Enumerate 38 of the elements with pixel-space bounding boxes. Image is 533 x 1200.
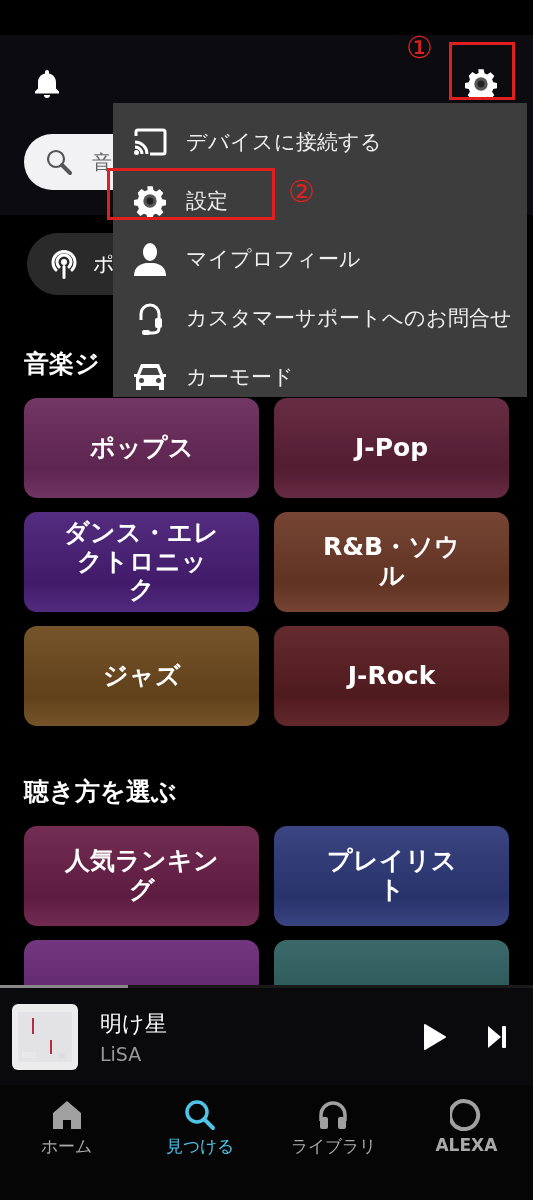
ring-icon xyxy=(450,1099,483,1131)
headphones-icon xyxy=(317,1099,350,1131)
nav-tab[interactable]: ALEXA xyxy=(399,1085,533,1200)
genre-tile[interactable]: ダンス・エレクトロニック xyxy=(24,512,259,612)
genre-tile[interactable]: J-Pop xyxy=(274,398,509,498)
menu-item[interactable]: 設定 xyxy=(186,186,228,215)
genre-tile[interactable]: R&B・ソウル xyxy=(274,512,509,612)
menu-item[interactable]: マイプロフィール xyxy=(186,245,361,274)
genre-tile[interactable]: ポップス xyxy=(24,398,259,498)
search-icon xyxy=(183,1099,216,1131)
home-icon xyxy=(50,1099,83,1131)
person-icon xyxy=(132,242,167,277)
highlight-frame xyxy=(449,42,515,100)
nav-tab[interactable]: 見つける xyxy=(133,1085,267,1200)
genre-tile[interactable]: 人気ランキング xyxy=(24,826,259,926)
play-icon[interactable] xyxy=(423,1022,447,1051)
genre-tile[interactable]: ジャズ xyxy=(24,626,259,726)
settings-icon xyxy=(133,184,166,217)
genre-tile[interactable]: J-Rock xyxy=(274,626,509,726)
track-title: 明け星 xyxy=(100,1009,168,1038)
menu-item[interactable]: カーモード xyxy=(186,362,294,391)
nav-tab[interactable]: ライブラリ xyxy=(266,1085,400,1200)
menu-item[interactable]: デバイスに接続する xyxy=(186,128,382,157)
menu-item[interactable]: カスタマーサポートへのお問合せ xyxy=(186,304,512,333)
settings-icon[interactable] xyxy=(465,68,497,100)
search-icon xyxy=(46,149,72,175)
step-number: ② xyxy=(288,177,315,207)
skip-next-icon[interactable] xyxy=(487,1024,507,1049)
genre-tile[interactable]: プレイリスト xyxy=(274,826,509,926)
step-number: ① xyxy=(406,33,433,63)
section-title: 聴き方を選ぶ xyxy=(24,775,177,808)
cast-icon xyxy=(132,128,167,157)
podcast-icon xyxy=(49,248,79,280)
bell-icon[interactable] xyxy=(34,69,60,99)
section-title: 音楽ジ xyxy=(24,347,100,380)
nav-tab[interactable]: ホーム xyxy=(0,1085,134,1200)
search-placeholder: 音 xyxy=(92,148,112,176)
artist-name: LiSA xyxy=(100,1042,143,1065)
